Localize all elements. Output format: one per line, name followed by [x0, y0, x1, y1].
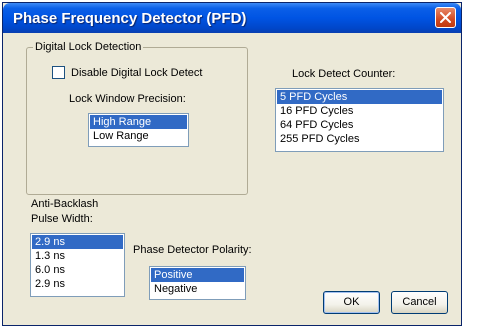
list-item[interactable]: 64 PFD Cycles [277, 118, 442, 132]
list-item[interactable]: 5 PFD Cycles [277, 90, 442, 104]
pfd-dialog: Phase Frequency Detector (PFD) Digital L… [2, 2, 462, 326]
dialog-title: Phase Frequency Detector (PFD) [13, 10, 247, 27]
digital-lock-detection-group: Digital Lock Detection Disable Digital L… [26, 41, 248, 195]
anti-backlash-pulse-width-list[interactable]: 2.9 ns 1.3 ns 6.0 ns 2.9 ns [30, 233, 125, 297]
anti-backlash-label-line2: Pulse Width: [31, 213, 93, 225]
lock-window-precision-list[interactable]: High Range Low Range [88, 113, 189, 147]
phase-detector-polarity-list[interactable]: Positive Negative [149, 266, 246, 300]
dialog-body: Digital Lock Detection Disable Digital L… [3, 33, 461, 325]
list-item[interactable]: 1.3 ns [32, 249, 123, 263]
cancel-button[interactable]: Cancel [391, 291, 448, 314]
ok-button[interactable]: OK [323, 291, 380, 314]
close-button[interactable] [435, 7, 456, 28]
list-item[interactable]: High Range [90, 115, 187, 129]
disable-digital-lock-checkbox-row[interactable]: Disable Digital Lock Detect [52, 66, 202, 79]
digital-lock-group-label: Digital Lock Detection [33, 41, 144, 53]
disable-digital-lock-checkbox[interactable] [52, 66, 65, 79]
disable-digital-lock-label[interactable]: Disable Digital Lock Detect [71, 67, 202, 79]
lock-detect-counter-label: Lock Detect Counter: [292, 68, 396, 80]
list-item[interactable]: Positive [151, 268, 244, 282]
list-item[interactable]: Negative [151, 282, 244, 296]
phase-detector-polarity-label: Phase Detector Polarity: [133, 244, 252, 256]
list-item[interactable]: 2.9 ns [32, 235, 123, 249]
list-item[interactable]: 6.0 ns [32, 263, 123, 277]
list-item[interactable]: Low Range [90, 129, 187, 143]
lock-detect-counter-list[interactable]: 5 PFD Cycles 16 PFD Cycles 64 PFD Cycles… [275, 88, 444, 152]
anti-backlash-label-line1: Anti-Backlash [31, 198, 99, 210]
close-icon [440, 12, 451, 23]
list-item[interactable]: 2.9 ns [32, 277, 123, 291]
title-bar[interactable]: Phase Frequency Detector (PFD) [3, 3, 461, 33]
lock-window-precision-label: Lock Window Precision: [69, 93, 186, 105]
list-item[interactable]: 16 PFD Cycles [277, 104, 442, 118]
list-item[interactable]: 255 PFD Cycles [277, 132, 442, 146]
